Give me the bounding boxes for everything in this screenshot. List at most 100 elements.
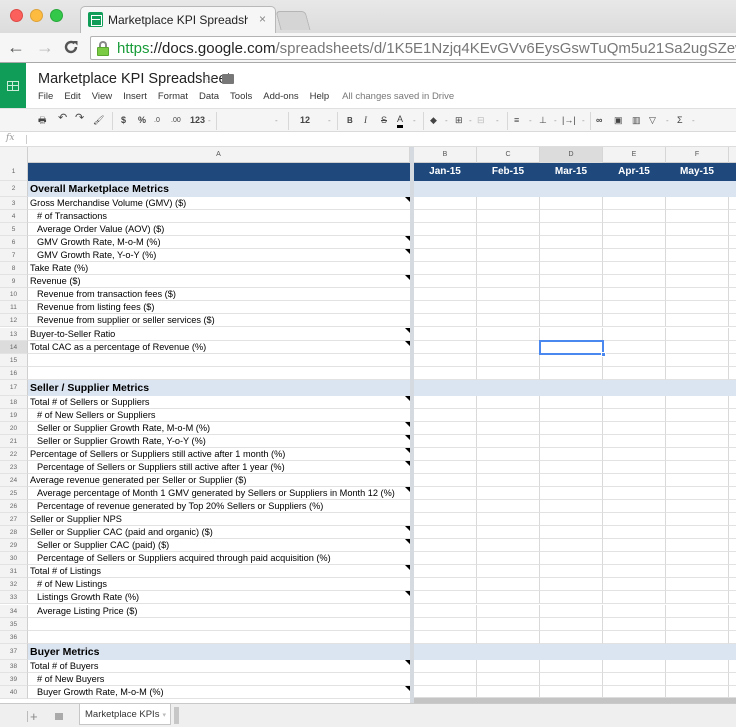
address-bar[interactable]: https://docs.google.com/spreadsheets/d/1… (90, 36, 736, 60)
font-size-select[interactable]: 12 (300, 114, 310, 127)
data-cell[interactable] (666, 275, 729, 289)
data-cell[interactable] (666, 539, 729, 553)
data-cell[interactable] (477, 565, 540, 579)
menu-tools[interactable]: Tools (230, 91, 252, 102)
vertical-align-icon[interactable]: ⊥ (539, 114, 547, 127)
data-cell[interactable] (666, 408, 729, 422)
data-cell[interactable] (540, 578, 603, 592)
row-number[interactable]: 25 (0, 487, 28, 501)
row-number[interactable]: 21 (0, 434, 28, 448)
data-cell[interactable] (729, 262, 736, 276)
metric-label-cell[interactable]: Total CAC as a percentage of Revenue (%) (28, 341, 410, 354)
metric-label-cell[interactable]: Seller or Supplier CAC (paid) ($) (28, 539, 410, 553)
data-cell[interactable] (414, 552, 477, 566)
data-cell[interactable] (666, 672, 729, 686)
metric-label-cell[interactable]: Buyer Growth Rate, M-o-M (%) (28, 686, 410, 699)
sheet-tab-menu-icon[interactable]: ▾ (162, 712, 166, 719)
data-cell[interactable] (540, 447, 603, 461)
more-formats-button[interactable]: 123 (190, 114, 205, 127)
data-cell[interactable] (414, 249, 477, 263)
data-cell[interactable] (540, 672, 603, 686)
data-cell[interactable] (477, 434, 540, 448)
metric-label-cell[interactable]: # of New Listings (28, 578, 410, 592)
data-cell[interactable] (666, 395, 729, 409)
metric-label-cell[interactable] (28, 367, 410, 380)
data-cell[interactable] (414, 223, 477, 237)
data-cell[interactable] (666, 223, 729, 237)
data-cell[interactable] (666, 340, 729, 354)
data-cell[interactable] (603, 434, 666, 448)
data-cell[interactable] (603, 181, 666, 197)
data-cell[interactable] (729, 552, 736, 566)
data-cell[interactable] (666, 474, 729, 488)
data-cell[interactable] (603, 672, 666, 686)
document-title[interactable]: Marketplace KPI Spreadsheet (38, 71, 231, 87)
data-cell[interactable] (603, 314, 666, 328)
data-cell[interactable] (666, 659, 729, 673)
data-cell[interactable] (540, 513, 603, 527)
data-cell[interactable] (603, 210, 666, 224)
data-cell[interactable] (729, 409, 736, 422)
data-cell[interactable] (603, 340, 666, 354)
functions-icon[interactable]: Σ (677, 114, 683, 127)
merge-cells-icon[interactable]: ⊟ (477, 114, 485, 127)
row-number[interactable]: 4 (0, 210, 28, 224)
row-number[interactable]: 23 (0, 460, 28, 474)
metric-label-cell[interactable]: Revenue from transaction fees ($) (28, 288, 410, 302)
data-cell[interactable] (729, 487, 736, 501)
data-cell[interactable] (477, 327, 540, 341)
more-formats-dropdown-icon[interactable]: - (208, 114, 211, 127)
spreadsheet-grid[interactable]: A B C D E F 1 Jan-15 Feb-15 Mar-15 Apr-15 May… (0, 147, 736, 703)
data-cell[interactable] (729, 631, 736, 644)
data-cell[interactable] (729, 643, 736, 660)
paint-format-icon[interactable]: 🖌 (93, 114, 104, 127)
data-cell[interactable] (729, 197, 736, 211)
data-cell[interactable] (666, 578, 729, 592)
data-cell[interactable] (603, 513, 666, 527)
row-number[interactable]: 6 (0, 236, 28, 250)
data-cell[interactable] (666, 262, 729, 276)
data-cell[interactable] (540, 460, 603, 474)
data-cell[interactable] (414, 659, 477, 673)
data-cell[interactable] (666, 591, 729, 605)
metric-label-cell[interactable]: Total # of Buyers (28, 660, 410, 673)
fill-color-icon[interactable]: ◆ (430, 114, 437, 127)
row-number[interactable]: 20 (0, 421, 28, 435)
data-cell[interactable] (540, 236, 603, 250)
month-header-cell[interactable]: May-15 (666, 163, 729, 181)
data-cell[interactable] (540, 565, 603, 579)
back-arrow-icon[interactable]: ← (7, 37, 25, 57)
metric-label-cell[interactable] (28, 354, 410, 367)
data-cell[interactable] (414, 604, 477, 618)
section-title-cell[interactable]: Overall Marketplace Metrics (28, 181, 410, 197)
data-cell[interactable] (729, 513, 736, 527)
data-cell[interactable] (540, 314, 603, 328)
star-icon[interactable]: ☆ (203, 71, 215, 87)
data-cell[interactable] (540, 288, 603, 302)
data-cell[interactable] (477, 249, 540, 263)
menu-edit[interactable]: Edit (64, 91, 80, 102)
fill-handle[interactable] (601, 351, 606, 357)
data-cell[interactable] (540, 487, 603, 501)
text-color-dropdown-icon[interactable]: - (413, 114, 416, 127)
forward-arrow-icon[interactable]: → (36, 37, 54, 57)
row-number[interactable]: 7 (0, 249, 28, 263)
insert-link-icon[interactable]: ∞ (596, 114, 602, 127)
data-cell[interactable] (729, 328, 736, 341)
sheets-home-button[interactable] (0, 63, 26, 108)
data-cell[interactable] (729, 341, 736, 354)
data-cell[interactable] (603, 301, 666, 315)
data-cell[interactable] (414, 526, 477, 540)
reload-icon[interactable] (63, 37, 79, 59)
menu-addons[interactable]: Add-ons (263, 91, 298, 102)
percent-format-button[interactable]: % (138, 114, 146, 127)
data-cell[interactable] (729, 379, 736, 396)
metric-label-cell[interactable]: Listings Growth Rate (%) (28, 591, 410, 605)
data-cell[interactable] (414, 513, 477, 527)
data-cell[interactable] (540, 591, 603, 605)
row-number[interactable]: 28 (0, 526, 28, 540)
new-tab-button[interactable] (275, 11, 311, 30)
data-cell[interactable] (666, 197, 729, 211)
data-cell[interactable] (540, 223, 603, 237)
data-cell[interactable] (414, 314, 477, 328)
